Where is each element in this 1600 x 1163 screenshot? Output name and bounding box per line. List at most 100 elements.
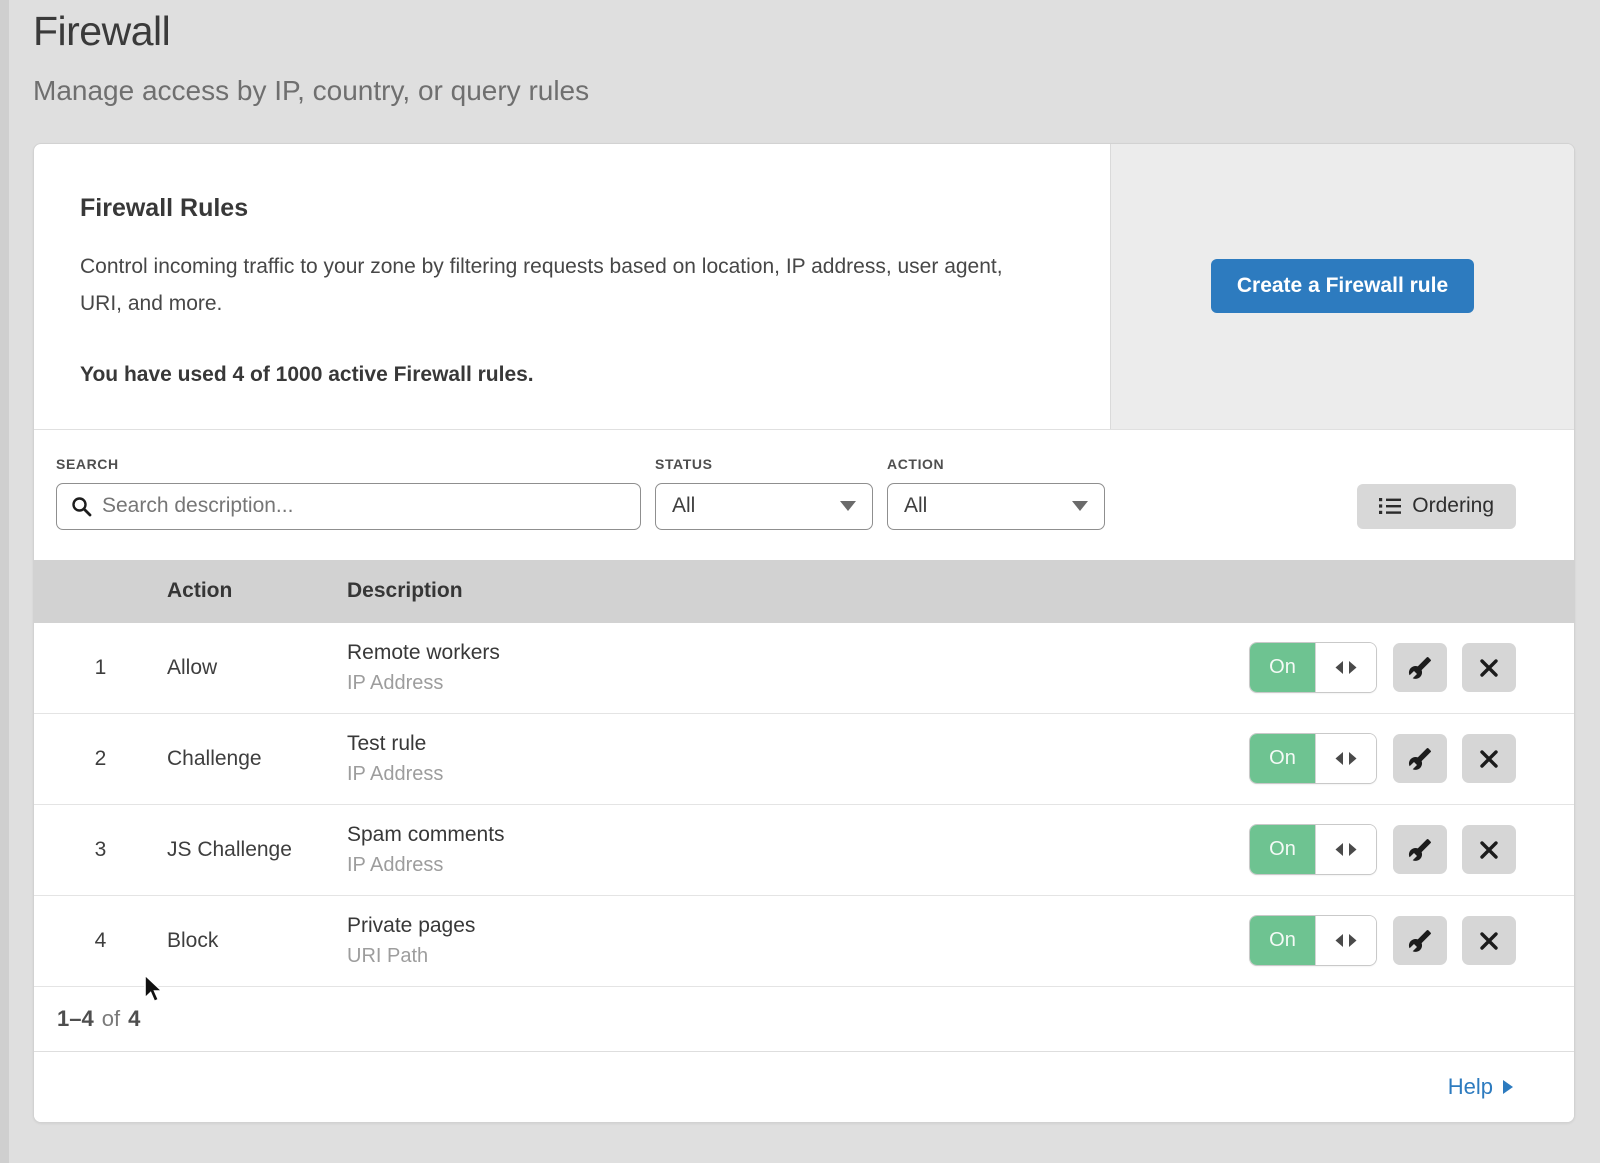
create-rule-panel: Create a Firewall rule xyxy=(1110,144,1574,429)
toggle-on-label: On xyxy=(1250,734,1315,783)
rule-enabled-toggle[interactable]: On xyxy=(1250,734,1376,783)
toggle-drag-handle[interactable] xyxy=(1315,825,1376,874)
delete-rule-button[interactable] xyxy=(1462,734,1516,783)
search-label: SEARCH xyxy=(56,456,641,472)
ordering-button-label: Ordering xyxy=(1412,494,1494,518)
rule-match-type: URI Path xyxy=(347,945,1250,968)
search-box xyxy=(56,483,641,530)
left-right-arrows-icon xyxy=(1334,661,1358,674)
rule-description-cell: Remote workers IP Address xyxy=(347,641,1250,695)
delete-rule-button[interactable] xyxy=(1462,916,1516,965)
search-input[interactable] xyxy=(56,483,641,530)
table-row: 1 Allow Remote workers IP Address On xyxy=(34,623,1574,714)
ordered-list-icon xyxy=(1379,497,1401,515)
status-select[interactable]: All xyxy=(655,483,873,530)
toggle-drag-handle[interactable] xyxy=(1315,643,1376,692)
pagination-range: 1–4 xyxy=(57,1006,94,1032)
page-header: Firewall Manage access by IP, country, o… xyxy=(0,0,1600,107)
rule-match-type: IP Address xyxy=(347,854,1250,877)
close-icon xyxy=(1479,840,1499,860)
left-right-arrows-icon xyxy=(1334,752,1358,765)
rule-action: Challenge xyxy=(167,747,347,771)
rule-action: Block xyxy=(167,929,347,953)
rule-description-cell: Private pages URI Path xyxy=(347,914,1250,968)
edit-rule-button[interactable] xyxy=(1393,734,1447,783)
table-row: 2 Challenge Test rule IP Address On xyxy=(34,714,1574,805)
action-label: ACTION xyxy=(887,456,1105,472)
table-row: 4 Block Private pages URI Path On xyxy=(34,896,1574,987)
rule-controls: On xyxy=(1250,825,1574,874)
rule-description: Test rule xyxy=(347,732,1250,756)
firewall-rules-card: Firewall Rules Control incoming traffic … xyxy=(33,143,1575,1123)
edit-rule-button[interactable] xyxy=(1393,825,1447,874)
delete-rule-button[interactable] xyxy=(1462,643,1516,692)
rule-enabled-toggle[interactable]: On xyxy=(1250,825,1376,874)
search-filter-group: SEARCH xyxy=(56,456,641,530)
rule-enabled-toggle[interactable]: On xyxy=(1250,916,1376,965)
close-icon xyxy=(1479,749,1499,769)
help-link[interactable]: Help xyxy=(1448,1074,1514,1100)
rule-priority: 4 xyxy=(34,929,167,953)
window-edge-strip xyxy=(0,0,9,1163)
rules-summary-text: Firewall Rules Control incoming traffic … xyxy=(34,144,1110,429)
rule-priority: 2 xyxy=(34,747,167,771)
wrench-icon xyxy=(1408,656,1432,680)
rule-match-type: IP Address xyxy=(347,672,1250,695)
toggle-drag-handle[interactable] xyxy=(1315,734,1376,783)
page-title: Firewall xyxy=(33,8,1600,55)
rule-action: JS Challenge xyxy=(167,838,347,862)
wrench-icon xyxy=(1408,747,1432,771)
rule-controls: On xyxy=(1250,643,1574,692)
description-column-header: Description xyxy=(347,579,1574,603)
rule-priority: 1 xyxy=(34,656,167,680)
rule-priority: 3 xyxy=(34,838,167,862)
action-filter-group: ACTION All xyxy=(887,456,1105,530)
rule-controls: On xyxy=(1250,916,1574,965)
status-filter-group: STATUS All xyxy=(655,456,873,530)
rule-description: Private pages xyxy=(347,914,1250,938)
wrench-icon xyxy=(1408,838,1432,862)
rule-enabled-toggle[interactable]: On xyxy=(1250,643,1376,692)
search-icon xyxy=(71,496,92,517)
toggle-drag-handle[interactable] xyxy=(1315,916,1376,965)
edit-rule-button[interactable] xyxy=(1393,643,1447,692)
help-link-label: Help xyxy=(1448,1074,1493,1100)
chevron-down-icon xyxy=(840,501,856,511)
status-label: STATUS xyxy=(655,456,873,472)
create-firewall-rule-button[interactable]: Create a Firewall rule xyxy=(1211,259,1474,313)
page-subtitle: Manage access by IP, country, or query r… xyxy=(33,75,1600,107)
edit-rule-button[interactable] xyxy=(1393,916,1447,965)
pagination-of-label: of xyxy=(102,1006,120,1032)
rules-heading: Firewall Rules xyxy=(80,194,1050,223)
toggle-on-label: On xyxy=(1250,643,1315,692)
rules-description: Control incoming traffic to your zone by… xyxy=(80,249,1030,323)
table-row: 3 JS Challenge Spam comments IP Address … xyxy=(34,805,1574,896)
close-icon xyxy=(1479,931,1499,951)
action-select[interactable]: All xyxy=(887,483,1105,530)
action-selected-value: All xyxy=(904,494,927,518)
rule-description-cell: Spam comments IP Address xyxy=(347,823,1250,877)
pagination-total: 4 xyxy=(128,1006,140,1032)
toggle-on-label: On xyxy=(1250,916,1315,965)
delete-rule-button[interactable] xyxy=(1462,825,1516,874)
left-right-arrows-icon xyxy=(1334,934,1358,947)
filters-bar: SEARCH STATUS All ACTION All xyxy=(34,430,1574,560)
action-column-header: Action xyxy=(167,579,347,603)
toggle-on-label: On xyxy=(1250,825,1315,874)
rule-description-cell: Test rule IP Address xyxy=(347,732,1250,786)
rules-summary-section: Firewall Rules Control incoming traffic … xyxy=(34,144,1574,430)
chevron-down-icon xyxy=(1072,501,1088,511)
rules-usage-text: You have used 4 of 1000 active Firewall … xyxy=(80,363,1050,387)
rule-controls: On xyxy=(1250,734,1574,783)
arrow-right-icon xyxy=(1502,1079,1514,1095)
rule-description: Remote workers xyxy=(347,641,1250,665)
rule-action: Allow xyxy=(167,656,347,680)
rule-match-type: IP Address xyxy=(347,763,1250,786)
table-header: Action Description xyxy=(34,560,1574,623)
status-selected-value: All xyxy=(672,494,695,518)
card-footer: Help xyxy=(34,1051,1574,1122)
close-icon xyxy=(1479,658,1499,678)
wrench-icon xyxy=(1408,929,1432,953)
ordering-button[interactable]: Ordering xyxy=(1357,484,1516,529)
left-right-arrows-icon xyxy=(1334,843,1358,856)
